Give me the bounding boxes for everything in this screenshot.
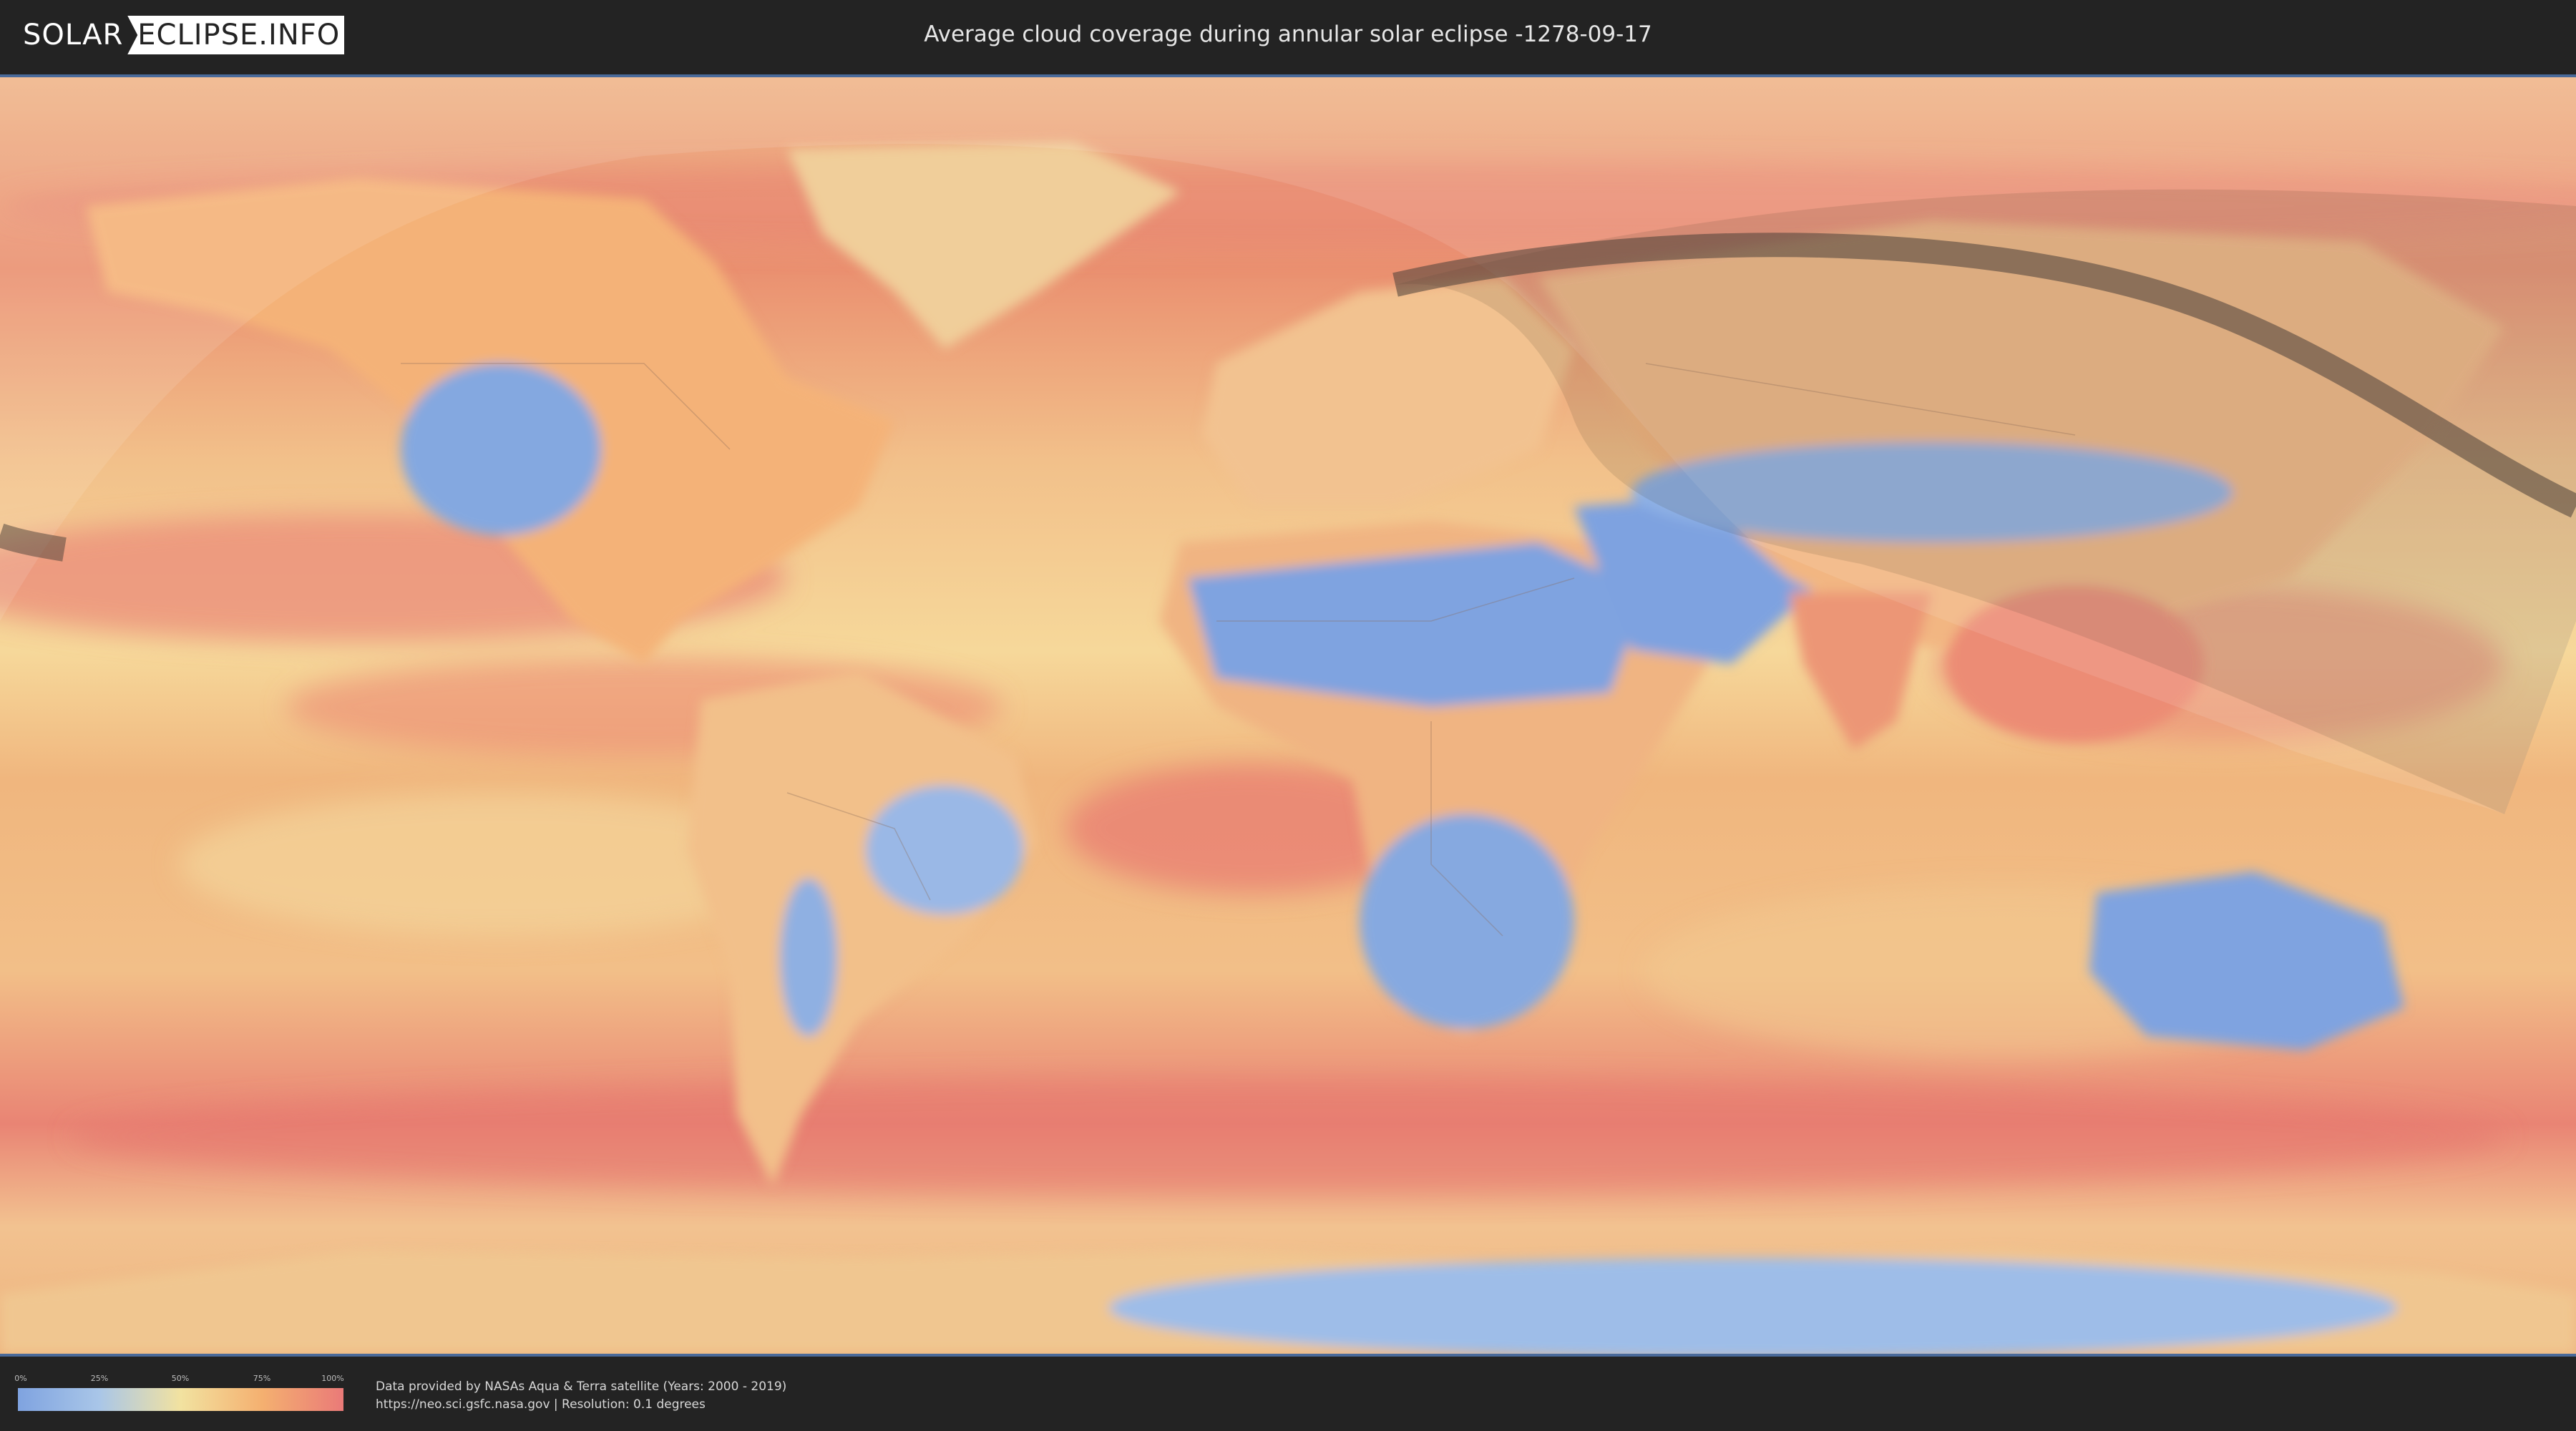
credits-line-2: https://neo.sci.gsfc.nasa.gov | Resoluti… — [376, 1397, 706, 1412]
legend-ticks: 0% 25% 50% 75% 100% — [14, 1374, 344, 1387]
legend-tick-25: 25% — [90, 1374, 109, 1383]
credits-line-1: Data provided by NASAs Aqua & Terra sate… — [376, 1379, 787, 1394]
legend-tick-0: 0% — [14, 1374, 27, 1383]
annularity-path-west — [0, 523, 67, 562]
legend-tick-50: 50% — [171, 1374, 190, 1383]
legend-tick-100: 100% — [321, 1374, 344, 1383]
page-title: Average cloud coverage during annular so… — [924, 21, 1652, 47]
legend-tick-75: 75% — [253, 1374, 271, 1383]
cloud-coverage-legend: 0% 25% 50% 75% 100% — [14, 1374, 344, 1414]
cloud-coverage-map[interactable] — [0, 74, 2576, 1357]
data-credits: Data provided by NASAs Aqua & Terra sate… — [376, 1378, 786, 1414]
header: SOLAR ECLIPSE.INFO Average cloud coverag… — [0, 0, 2576, 70]
world-map-svg — [0, 77, 2576, 1354]
legend-color-bar — [18, 1388, 343, 1411]
